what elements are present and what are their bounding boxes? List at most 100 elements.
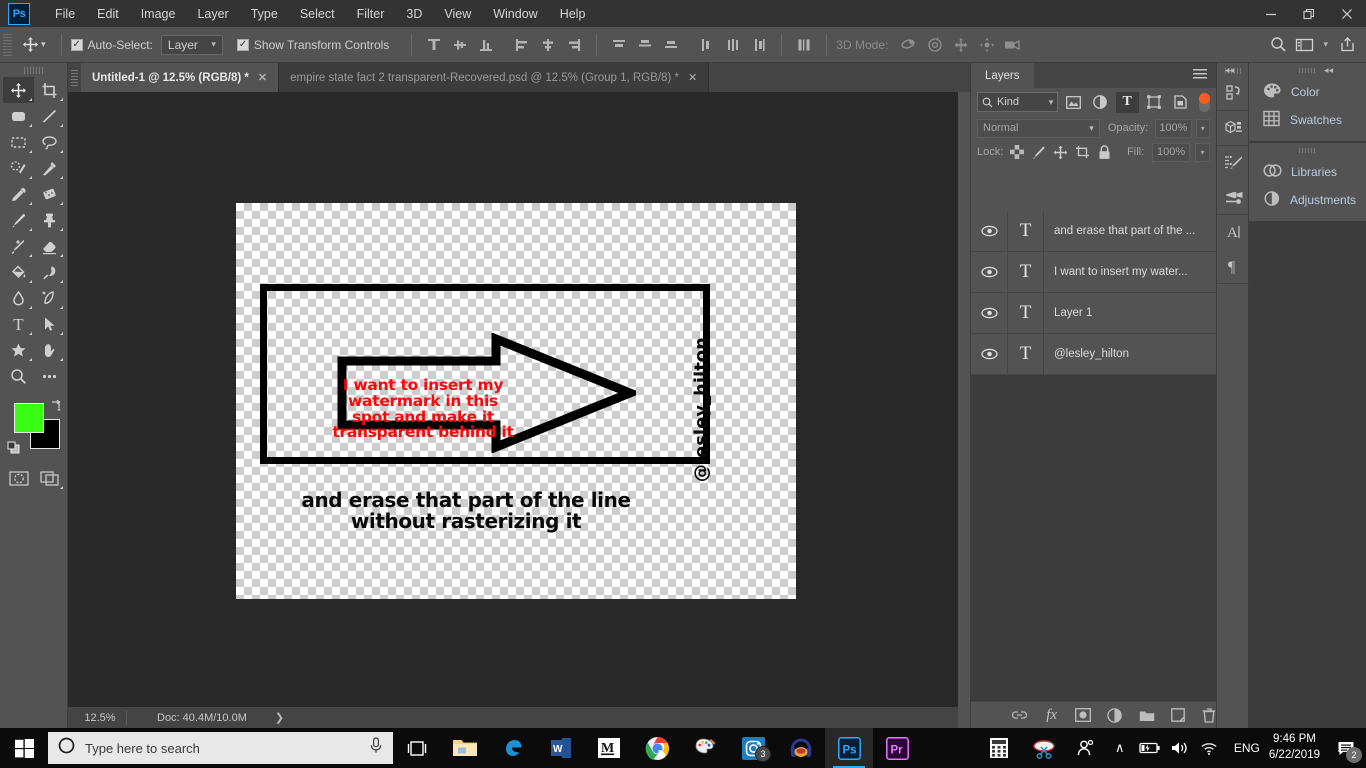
foreground-color-swatch[interactable] <box>14 403 44 433</box>
layer-row[interactable]: T @lesley_hilton <box>971 333 1217 375</box>
paragraph-panel-icon[interactable]: ¶ <box>1217 249 1250 283</box>
fill-value[interactable]: 100% <box>1152 142 1191 162</box>
brush-settings-icon[interactable] <box>1217 146 1250 180</box>
toolbar-grip[interactable] <box>23 67 44 74</box>
distribute-horizontal-centers-icon[interactable] <box>720 33 746 57</box>
panel-menu-icon[interactable] <box>1193 69 1207 80</box>
brush-presets-icon[interactable] <box>1217 180 1250 214</box>
menu-file[interactable]: File <box>44 3 86 25</box>
edit-toolbar-tool[interactable] <box>34 363 65 389</box>
search-input[interactable]: Type here to search <box>48 732 393 764</box>
layer-name[interactable]: I want to insert my water... <box>1044 266 1188 278</box>
align-vertical-centers-icon[interactable] <box>447 33 473 57</box>
microsoft-edge-icon[interactable] <box>489 728 537 768</box>
auto-select-checkbox[interactable]: ✓ <box>70 38 83 51</box>
minimize-button[interactable] <box>1252 0 1290 27</box>
layer-visibility-eye-icon[interactable] <box>971 348 1007 360</box>
move-tool[interactable] <box>3 77 34 103</box>
clock[interactable]: 9:46 PM 6/22/2019 <box>1269 732 1328 763</box>
hand-tool[interactable] <box>34 337 65 363</box>
task-view-icon[interactable] <box>393 728 441 768</box>
menu-select[interactable]: Select <box>289 3 346 25</box>
people-icon[interactable] <box>1067 728 1105 768</box>
share-icon[interactable] <box>1334 33 1360 57</box>
screen-mode-icon[interactable] <box>34 465 65 491</box>
default-colors-icon[interactable] <box>7 441 20 454</box>
dock-item-libraries[interactable]: Libraries <box>1249 158 1366 186</box>
shape-layer-filter-icon[interactable] <box>1143 92 1166 113</box>
layer-row[interactable]: T Layer 1 <box>971 292 1217 334</box>
dock-item-adjustments[interactable]: Adjustments <box>1249 186 1366 214</box>
line-tool[interactable] <box>34 103 65 129</box>
lock-transparent-pixels-icon[interactable] <box>1008 144 1025 161</box>
menu-3d[interactable]: 3D <box>395 3 433 25</box>
align-top-edges-icon[interactable] <box>421 33 447 57</box>
delete-layer-icon[interactable] <box>1202 707 1217 724</box>
type-tool[interactable]: T <box>3 311 34 337</box>
menu-type[interactable]: Type <box>240 3 289 25</box>
collapse-rail-arrows-icon[interactable]: ◂◂ <box>1225 65 1234 76</box>
layer-thumbnail[interactable]: T <box>1007 292 1044 334</box>
distribute-bottom-edges-icon[interactable] <box>658 33 684 57</box>
snipping-tool-icon[interactable] <box>1021 728 1067 768</box>
premiere-pro-icon[interactable]: Pr <box>873 728 921 768</box>
lock-artboard-nesting-icon[interactable] <box>1074 144 1091 161</box>
opacity-value[interactable]: 100% <box>1155 118 1192 138</box>
path-selection-tool[interactable] <box>34 311 65 337</box>
file-explorer-icon[interactable] <box>441 728 489 768</box>
zoom-level[interactable]: 12.5% <box>68 712 126 724</box>
layer-visibility-eye-icon[interactable] <box>971 266 1007 278</box>
menu-view[interactable]: View <box>433 3 482 25</box>
menu-layer[interactable]: Layer <box>186 3 239 25</box>
workspace-icon[interactable] <box>1291 33 1317 57</box>
status-expand-chevron-icon[interactable]: ❯ <box>275 711 284 724</box>
quick-selection-tool[interactable] <box>3 155 34 181</box>
new-layer-icon[interactable] <box>1171 707 1186 724</box>
patch-tool[interactable] <box>34 181 65 207</box>
paint-bucket-tool[interactable] <box>3 259 34 285</box>
layer-visibility-eye-icon[interactable] <box>971 225 1007 237</box>
move-tool-preset-chevron-icon[interactable]: ▾ <box>41 39 46 50</box>
blur-tool[interactable] <box>3 285 34 311</box>
paint-icon[interactable] <box>681 728 729 768</box>
restore-button[interactable] <box>1290 0 1328 27</box>
close-icon[interactable]: ✕ <box>688 71 697 84</box>
3d-panel-icon[interactable] <box>1217 111 1250 145</box>
chevron-down-icon[interactable]: ▾ <box>1323 39 1328 50</box>
healing-brush-tool[interactable] <box>3 233 34 259</box>
microsoft-word-icon[interactable]: W <box>537 728 585 768</box>
link-layers-icon[interactable] <box>1011 707 1028 724</box>
tab-bar-grip[interactable] <box>71 70 78 86</box>
search-icon[interactable] <box>1265 33 1291 57</box>
eyedropper-tool[interactable] <box>3 181 34 207</box>
crop-tool[interactable] <box>34 77 65 103</box>
wifi-icon[interactable] <box>1195 728 1225 768</box>
distribute-left-edges-icon[interactable] <box>694 33 720 57</box>
3d-camera-icon[interactable] <box>1000 33 1026 57</box>
type-layer-filter-icon[interactable]: T <box>1115 91 1139 113</box>
show-hidden-icons-chevron-icon[interactable]: ∧ <box>1105 728 1135 768</box>
layer-thumbnail[interactable]: T <box>1007 333 1044 375</box>
show-transform-controls-checkbox[interactable]: ✓ <box>236 38 249 51</box>
magic-wand-tool[interactable] <box>34 155 65 181</box>
3d-roll-icon[interactable] <box>922 33 948 57</box>
smart-object-filter-icon[interactable] <box>1169 92 1192 113</box>
collapse-dock-arrows-icon[interactable]: ◂◂ <box>1324 65 1333 76</box>
lock-image-pixels-icon[interactable] <box>1030 144 1047 161</box>
lock-position-icon[interactable] <box>1052 144 1069 161</box>
align-left-edges-icon[interactable] <box>509 33 535 57</box>
tab-layers[interactable]: Layers <box>971 63 1034 88</box>
brush-tool[interactable] <box>3 207 34 233</box>
volume-icon[interactable] <box>1165 728 1195 768</box>
new-group-icon[interactable] <box>1139 707 1155 724</box>
document-canvas[interactable]: I want to insert my watermark in this sp… <box>236 203 796 599</box>
calculator-icon[interactable] <box>977 728 1021 768</box>
fill-slider-chevron-icon[interactable]: ▾ <box>1195 142 1211 162</box>
lock-all-icon[interactable] <box>1096 144 1113 161</box>
new-adjustment-layer-icon[interactable] <box>1107 707 1123 724</box>
google-chrome-icon[interactable] <box>633 728 681 768</box>
pen-tool[interactable] <box>34 285 65 311</box>
pixel-layer-filter-icon[interactable] <box>1062 92 1085 113</box>
m-app-icon[interactable]: M <box>585 728 633 768</box>
language-indicator[interactable]: ENG <box>1225 741 1269 755</box>
